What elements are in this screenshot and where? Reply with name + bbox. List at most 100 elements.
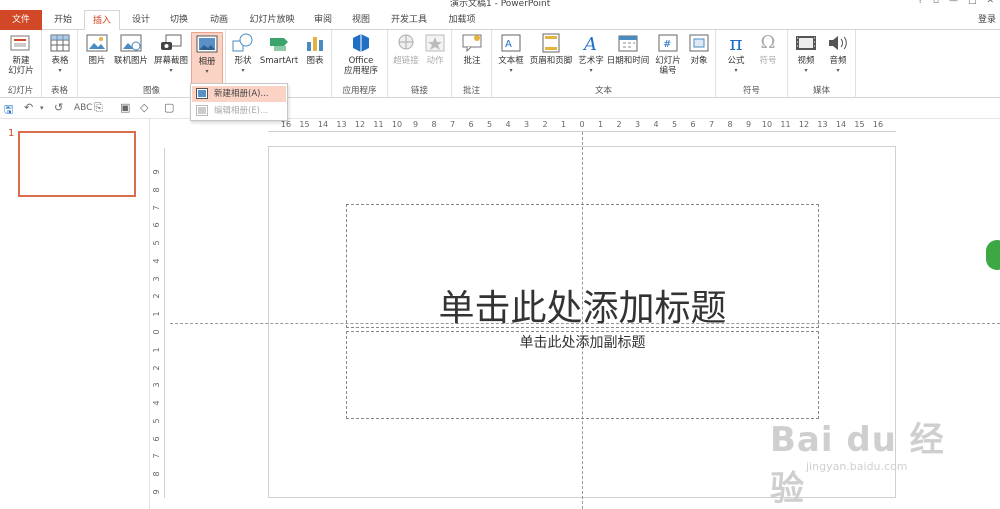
action-button[interactable]: 动作 (422, 32, 448, 66)
slide-number-button[interactable]: # 幻灯片 编号 (652, 32, 684, 76)
ruler-tick-label: 2 (153, 365, 161, 370)
ruler-tick-label: 5 (153, 418, 161, 423)
equation-button[interactable]: π 公式 ▾ (722, 32, 750, 76)
ruler-tick-label: 4 (153, 258, 161, 263)
ruler-tick-label: 8 (727, 120, 733, 129)
restore-icon[interactable]: ▫ (933, 0, 939, 6)
save-icon[interactable]: 🖫 (4, 101, 13, 120)
textbox-small-icon[interactable]: ▢ (164, 101, 174, 114)
tab-insert[interactable]: 插入 (84, 10, 120, 31)
picture-button[interactable]: 图片 (84, 32, 110, 66)
ruler-tick-label: 3 (634, 120, 641, 129)
group-links: 超链接 动作 链接 (388, 30, 452, 98)
edit-album-label: 编辑相册(E)... (214, 106, 269, 116)
online-picture-label: 联机图片 (113, 56, 148, 66)
group-slides-label: 幻灯片 (7, 86, 34, 96)
redo-icon[interactable]: ↺ (54, 101, 63, 114)
login-link[interactable]: 登录 (978, 10, 996, 30)
header-footer-label: 页眉和页脚 (529, 56, 573, 66)
ruler-tick-label: 16 (872, 120, 884, 129)
tab-home[interactable]: 开始 (48, 10, 78, 30)
tab-file[interactable]: 文件 (0, 10, 42, 30)
chevron-down-icon[interactable]: ▾ (40, 104, 44, 112)
smartart-button[interactable]: SmartArt (258, 32, 300, 66)
tab-addins[interactable]: 加载项 (442, 10, 482, 30)
ruler-tick-label: 7 (153, 454, 161, 459)
hyperlink-button[interactable]: 超链接 (392, 32, 420, 66)
symbol-button[interactable]: Ω 符号 (754, 32, 782, 67)
close-icon[interactable]: ✕ (986, 0, 994, 6)
tab-developer[interactable]: 开发工具 (384, 10, 434, 30)
picture-label: 图片 (88, 56, 106, 66)
tab-animations[interactable]: 动画 (202, 10, 236, 30)
tab-review[interactable]: 审阅 (308, 10, 338, 30)
slide-thumbnail[interactable] (18, 131, 136, 197)
picture-small-icon[interactable]: ▣ (120, 101, 130, 114)
chevron-down-icon: ▾ (509, 67, 513, 74)
textbox-icon: A (499, 32, 523, 54)
header-footer-button[interactable]: 页眉和页脚 (528, 32, 574, 66)
object-button[interactable]: 对象 (686, 32, 712, 66)
tab-slideshow[interactable]: 幻灯片放映 (242, 10, 302, 30)
new-album-icon (196, 88, 208, 99)
office-apps-button[interactable]: Office 应用程序 (338, 32, 384, 76)
group-tables: 表格 ▾ 表格 (42, 30, 78, 98)
floating-helper-button[interactable] (986, 240, 1000, 270)
tab-view[interactable]: 视图 (346, 10, 376, 30)
ribbon: 新建 幻灯片 幻灯片 表格 ▾ 表格 图片 联机图片 屏幕截图 ▾ 相册 ▾ 图… (0, 30, 1000, 98)
group-symbols: π 公式 ▾ Ω 符号 符号 (716, 30, 788, 98)
datetime-button[interactable]: 日期和时间 (606, 32, 650, 66)
ruler-tick-label: 13 (817, 120, 828, 129)
textbox-button[interactable]: A 文本框 ▾ (496, 32, 526, 76)
tab-design[interactable]: 设计 (126, 10, 156, 30)
comment-button[interactable]: 批注 (458, 32, 486, 66)
spelling-icon[interactable]: ABC (74, 103, 92, 113)
screenshot-button[interactable]: 屏幕截图 ▾ (152, 32, 190, 76)
table-icon (48, 32, 72, 54)
shapes-button[interactable]: 形状 ▾ (230, 32, 256, 76)
object-icon (687, 32, 711, 54)
chart-button[interactable]: 图表 (302, 32, 328, 66)
online-picture-button[interactable]: 联机图片 (112, 32, 150, 66)
picture-icon (85, 32, 109, 54)
online-picture-icon (119, 32, 143, 54)
chart-icon (303, 32, 327, 54)
pi-icon: π (729, 31, 743, 55)
chevron-down-icon: ▾ (241, 67, 245, 74)
edit-album-item[interactable]: 编辑相册(E)... (192, 103, 286, 119)
wordart-button[interactable]: A 艺术字 ▾ (576, 32, 606, 76)
table-button[interactable]: 表格 ▾ (46, 32, 74, 76)
subtitle-placeholder[interactable]: 单击此处添加副标题 (346, 331, 819, 419)
shapes-small-icon[interactable]: ◇ (140, 101, 148, 114)
ruler-tick-label: 10 (761, 120, 773, 129)
maximize-icon[interactable]: □ (968, 0, 977, 6)
title-placeholder[interactable]: 单击此处添加标题 (346, 204, 819, 329)
undo-icon[interactable]: ↶ (24, 101, 33, 114)
minimize-icon[interactable]: — (949, 0, 958, 6)
shapes-label: 形状 (234, 56, 252, 66)
video-button[interactable]: 视频 ▾ (792, 32, 820, 76)
ruler-tick-label: 11 (373, 120, 384, 129)
wordart-icon: A (579, 32, 603, 54)
comment-label: 批注 (463, 56, 481, 66)
chart-label: 图表 (306, 56, 324, 66)
format-painter-icon[interactable]: ⎘ (94, 101, 103, 115)
group-comments: 批注 批注 (452, 30, 492, 98)
audio-button[interactable]: 音频 ▾ (824, 32, 852, 76)
new-album-item[interactable]: 新建相册(A)... (192, 86, 286, 102)
office-apps-label: Office 应用程序 (343, 56, 378, 76)
group-apps-label: 应用程序 (342, 86, 377, 96)
ruler-tick-label: 6 (153, 436, 161, 441)
album-label: 相册 (198, 57, 216, 67)
ruler-tick-label: 8 (431, 120, 437, 129)
help-icon[interactable]: ? (918, 0, 923, 6)
ribbon-tabs: 文件 开始 插入 设计 切换 动画 幻灯片放映 审阅 视图 开发工具 加载项 登… (0, 10, 1000, 31)
ruler-tick-label: 9 (153, 489, 161, 494)
ruler-tick-label: 2 (542, 120, 548, 129)
tab-transitions[interactable]: 切换 (164, 10, 194, 30)
action-label: 动作 (426, 56, 444, 66)
ruler-tick-label: 1 (153, 312, 161, 317)
new-slide-button[interactable]: 新建 幻灯片 (3, 32, 39, 76)
album-button[interactable]: 相册 ▾ (191, 32, 223, 84)
chevron-down-icon: ▾ (205, 68, 209, 75)
